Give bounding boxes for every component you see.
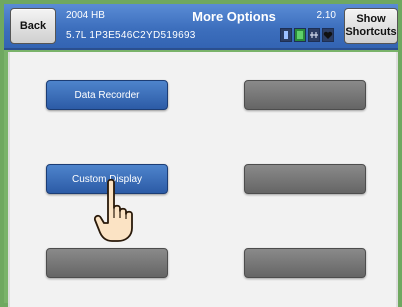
empty-option-button-4[interactable] <box>244 248 366 278</box>
options-panel: Data Recorder Custom Display <box>8 52 398 307</box>
signal-icon <box>294 28 306 42</box>
connection-icon <box>308 28 320 42</box>
version-text: 2.10 <box>316 10 336 21</box>
vehicle-model-text: 2004 HB <box>66 10 105 21</box>
show-shortcuts-button[interactable]: Show Shortcuts <box>344 8 398 44</box>
shortcuts-label-line2: Shortcuts <box>345 26 397 38</box>
empty-option-button-3[interactable] <box>46 248 168 278</box>
vehicle-vin-text: 5.7L 1P3E546C2YD519693 <box>66 30 196 41</box>
pointing-hand-icon <box>93 178 133 242</box>
battery-icon <box>280 28 292 42</box>
empty-option-button-2[interactable] <box>244 164 366 194</box>
page-title: More Options <box>192 9 276 24</box>
status-icons <box>280 28 334 42</box>
heart-icon <box>322 28 334 42</box>
empty-option-button-1[interactable] <box>244 80 366 110</box>
header-bar: Back 2004 HB 5.7L 1P3E546C2YD519693 More… <box>4 4 398 50</box>
shortcuts-label-line1: Show <box>356 13 386 25</box>
back-button[interactable]: Back <box>10 8 56 44</box>
data-recorder-button[interactable]: Data Recorder <box>46 80 168 110</box>
